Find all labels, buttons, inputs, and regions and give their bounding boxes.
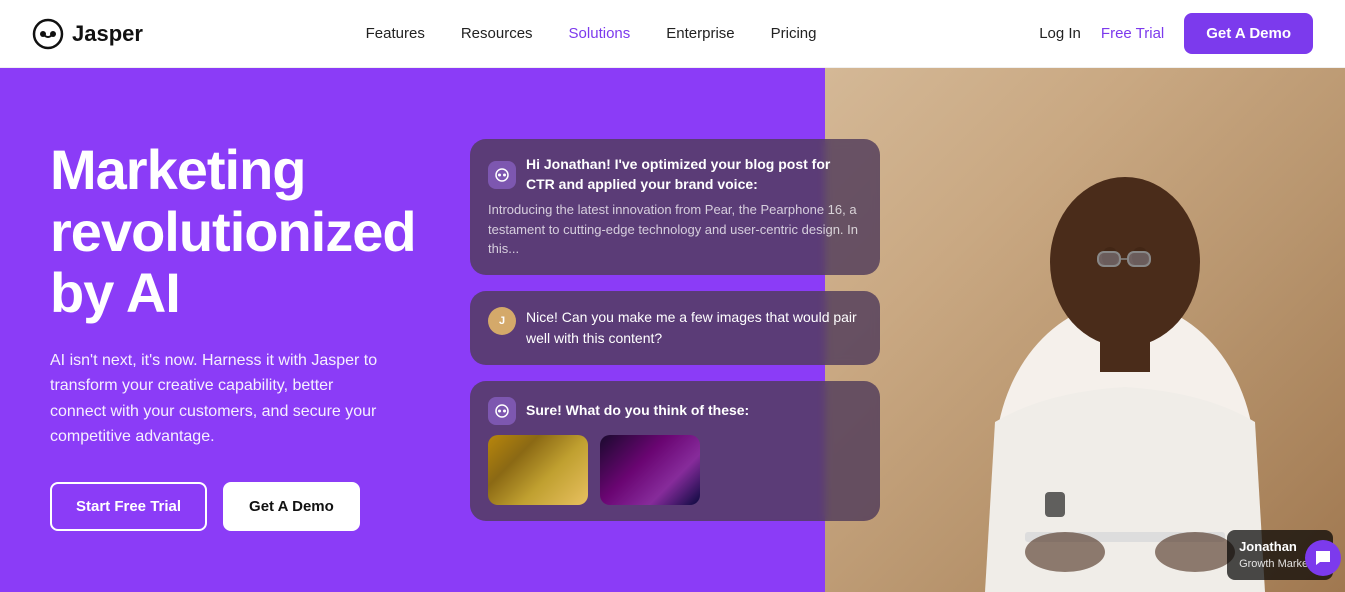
bubble1-header: Hi Jonathan! I've optimized your blog po… <box>488 155 862 194</box>
chat-widget-button[interactable] <box>1305 540 1341 576</box>
chat-area: Hi Jonathan! I've optimized your blog po… <box>430 68 900 592</box>
chat-bubble-1: Hi Jonathan! I've optimized your blog po… <box>470 139 880 275</box>
chat-bubble-2: J Nice! Can you make me a few images tha… <box>470 291 880 365</box>
bubble3-images <box>488 435 862 505</box>
bubble3-title: Sure! What do you think of these: <box>526 401 749 421</box>
navbar: Jasper Features Resources Solutions Ente… <box>0 0 1345 68</box>
bubble1-title: Hi Jonathan! I've optimized your blog po… <box>526 155 862 194</box>
generated-image-1 <box>488 435 588 505</box>
chat-bubble-3: Sure! What do you think of these: <box>470 381 880 521</box>
logo-text: Jasper <box>72 21 143 47</box>
hero-right: Hi Jonathan! I've optimized your blog po… <box>430 68 1345 592</box>
start-free-trial-button[interactable]: Start Free Trial <box>50 482 207 531</box>
jasper-logo-icon <box>32 18 64 50</box>
free-trial-link[interactable]: Free Trial <box>1101 25 1164 42</box>
nav-resources[interactable]: Resources <box>461 25 533 42</box>
hero-section: Marketing revolutionized by AI AI isn't … <box>0 68 1345 592</box>
bubble1-body: Introducing the latest innovation from P… <box>488 200 862 259</box>
navbar-actions: Log In Free Trial Get A Demo <box>1039 13 1313 54</box>
hero-get-demo-button[interactable]: Get A Demo <box>223 482 360 531</box>
person-photo: Jonathan Growth Marketer <box>825 68 1345 592</box>
hero-headline: Marketing revolutionized by AI <box>50 139 390 324</box>
nav-solutions[interactable]: Solutions <box>569 25 631 42</box>
bubble3-header: Sure! What do you think of these: <box>488 397 862 425</box>
chat-widget-icon <box>1314 549 1332 567</box>
nav-enterprise[interactable]: Enterprise <box>666 25 734 42</box>
logo[interactable]: Jasper <box>32 18 143 50</box>
nav-pricing[interactable]: Pricing <box>771 25 817 42</box>
hero-subtext: AI isn't next, it's now. Harness it with… <box>50 348 390 450</box>
person-silhouette <box>945 102 1305 592</box>
jasper-ai-icon-2 <box>488 397 516 425</box>
login-link[interactable]: Log In <box>1039 25 1081 42</box>
main-nav: Features Resources Solutions Enterprise … <box>366 25 817 42</box>
bubble2-text: Nice! Can you make me a few images that … <box>526 307 862 349</box>
hero-buttons: Start Free Trial Get A Demo <box>50 482 390 531</box>
nav-features[interactable]: Features <box>366 25 425 42</box>
get-demo-button[interactable]: Get A Demo <box>1184 13 1313 54</box>
user-avatar: J <box>488 307 516 335</box>
bubble2-user: J Nice! Can you make me a few images tha… <box>488 307 862 349</box>
jasper-ai-icon <box>488 161 516 189</box>
generated-image-2 <box>600 435 700 505</box>
hero-left: Marketing revolutionized by AI AI isn't … <box>0 68 430 592</box>
